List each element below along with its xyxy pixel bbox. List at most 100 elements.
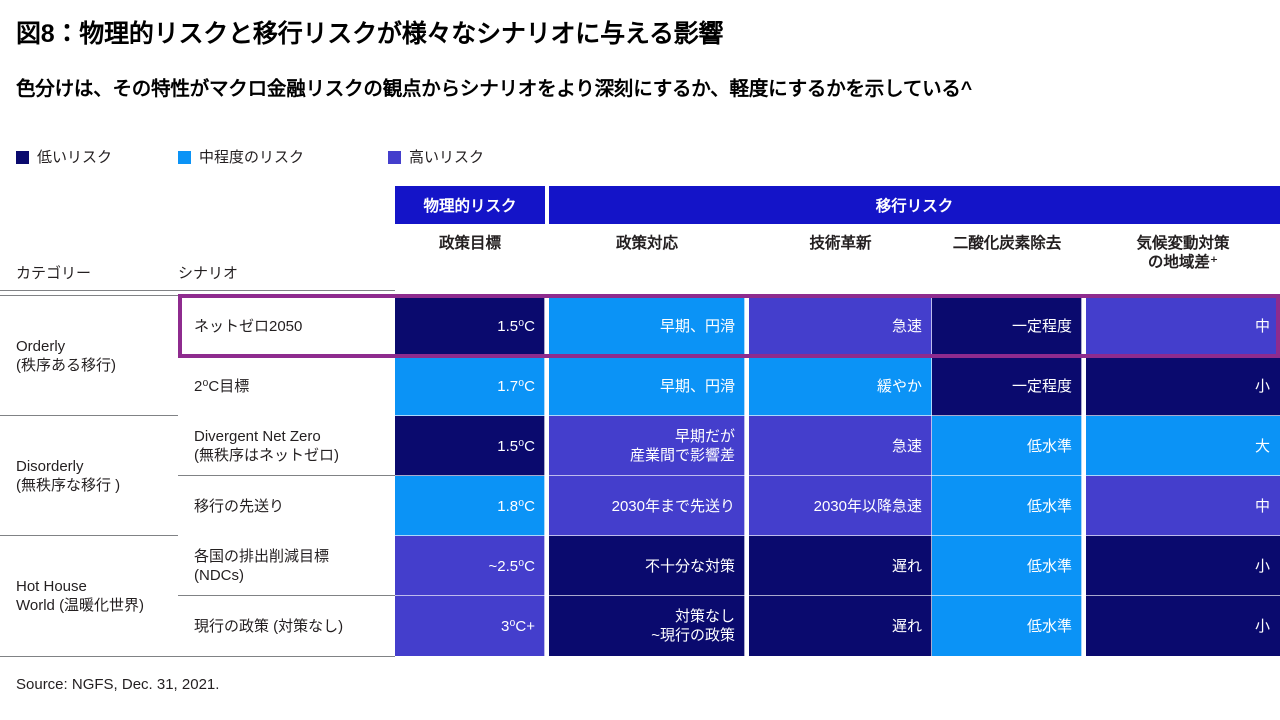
scenario-cell: 2⁰C目標 — [178, 356, 395, 416]
cell-separator-vertical — [744, 536, 745, 596]
category-label-line2: World (温暖化世界) — [16, 597, 145, 614]
cell-separator-vertical — [1081, 296, 1082, 356]
risk-cell-text-line1: 3⁰C+ — [501, 617, 535, 635]
legend-label-high: 高いリスク — [409, 149, 485, 166]
risk-cell-text-line1: 1.7⁰C — [497, 377, 535, 395]
risk-cell-regional-variation: 中 — [1086, 296, 1280, 356]
category-divider-bottom — [0, 656, 395, 657]
column-header-regional-variation-line2: の地域差⁺ — [1147, 254, 1219, 271]
risk-cell-text-line1: 不十分な対策 — [644, 557, 735, 575]
legend-label-medium: 中程度のリスク — [199, 149, 305, 166]
risk-cell-technology: 急速 — [749, 296, 932, 356]
column-header-technology: 技術革新 — [809, 235, 872, 252]
legend-item-medium: 中程度のリスク — [178, 150, 304, 165]
risk-cell-text-line1: 一定程度 — [1011, 317, 1072, 335]
category-label-line1: Hot House — [16, 578, 87, 595]
category-cell: Disorderly (無秩序な移行 ) — [0, 416, 178, 536]
risk-cell-text-line1: ~2.5⁰C — [488, 557, 535, 575]
column-header-regional-variation-line1: 気候変動対策 — [1136, 235, 1230, 252]
cell-separator-vertical — [544, 536, 545, 596]
cell-separator-vertical — [744, 596, 745, 656]
risk-cell-policy-response: 早期だが 産業間で影響差 — [549, 416, 745, 476]
risk-cell-regional-variation: 小 — [1086, 596, 1280, 656]
risk-cell-text-line1: 早期、円滑 — [659, 377, 735, 395]
risk-cell-text-line1: 緩やか — [876, 377, 922, 395]
risk-cell-cdr: 一定程度 — [932, 296, 1082, 356]
legend-swatch-low-icon — [16, 151, 29, 164]
scenario-label-line1: 2⁰C目標 — [194, 377, 250, 395]
risk-cell-text-line1: 小 — [1254, 377, 1270, 395]
page-title: 図8：物理的リスクと移行リスクが様々なシナリオに与える影響 — [16, 20, 724, 48]
scenario-label-line2: (無秩序はネットゼロ) — [194, 447, 339, 464]
cell-separator-vertical — [544, 416, 545, 476]
scenario-divider — [178, 475, 395, 476]
risk-cell-cdr: 低水準 — [932, 476, 1082, 536]
risk-cell-cdr: 一定程度 — [932, 356, 1082, 416]
category-label-line2: (無秩序な移行 ) — [16, 477, 121, 494]
cell-separator-vertical — [544, 296, 545, 356]
risk-cell-policy-response: 不十分な対策 — [549, 536, 745, 596]
risk-cell-policy-target: ~2.5⁰C — [395, 536, 545, 596]
category-label-line1: Orderly — [16, 338, 66, 355]
risk-cell-text-line2: 産業間で影響差 — [629, 447, 735, 464]
risk-cell-technology: 2030年以降急速 — [749, 476, 932, 536]
risk-cell-text-line1: 1.8⁰C — [497, 497, 535, 515]
risk-cell-text-line2: ~現行の政策 — [651, 627, 735, 644]
risk-cell-policy-response: 2030年まで先送り — [549, 476, 745, 536]
scenario-label-line1: 現行の政策 (対策なし) — [194, 617, 344, 635]
cell-separator-vertical — [1081, 416, 1082, 476]
risk-cell-policy-target: 1.5⁰C — [395, 296, 545, 356]
risk-cell-text-line1: 中 — [1254, 497, 1270, 515]
row-header-scenario: シナリオ — [178, 265, 239, 282]
risk-cell-regional-variation: 大 — [1086, 416, 1280, 476]
risk-cell-text-line1: 対策なし — [674, 608, 735, 625]
scenario-label-line1: ネットゼロ2050 — [194, 317, 303, 335]
scenario-cell: 移行の先送り — [178, 476, 395, 536]
risk-cell-technology: 緩やか — [749, 356, 932, 416]
risk-cell-policy-response: 早期、円滑 — [549, 356, 745, 416]
risk-cell-text-line1: 遅れ — [891, 557, 922, 575]
risk-cell-text-line1: 早期、円滑 — [659, 317, 735, 335]
row-header-category: カテゴリー — [16, 265, 92, 282]
risk-cell-policy-target: 1.8⁰C — [395, 476, 545, 536]
scenario-divider — [178, 355, 395, 356]
scenario-cell: ネットゼロ2050 — [178, 296, 395, 356]
column-header-policy-response: 政策対応 — [615, 235, 678, 252]
column-header-cdr: 二酸化炭素除去 — [952, 235, 1062, 252]
cell-separator-vertical — [544, 596, 545, 656]
risk-cell-technology: 遅れ — [749, 596, 932, 656]
risk-cell-technology: 急速 — [749, 416, 932, 476]
risk-cell-text-line1: 低水準 — [1026, 437, 1072, 455]
risk-cell-text-line1: 遅れ — [891, 617, 922, 635]
risk-cell-policy-target: 3⁰C+ — [395, 596, 545, 656]
source-note: Source: NGFS, Dec. 31, 2021. — [16, 676, 220, 693]
risk-cell-text-line1: 低水準 — [1026, 557, 1072, 575]
risk-cell-text-line1: 大 — [1254, 437, 1270, 455]
risk-cell-text-line1: 2030年以降急速 — [813, 497, 922, 515]
category-cell: Orderly (秩序ある移行) — [0, 296, 178, 416]
cell-separator-vertical — [1081, 476, 1082, 536]
risk-cell-text-line1: 急速 — [891, 317, 922, 335]
risk-cell-cdr: 低水準 — [932, 416, 1082, 476]
cell-separator-vertical — [1081, 596, 1082, 656]
scenario-cell: Divergent Net Zero (無秩序はネットゼロ) — [178, 416, 395, 476]
legend-swatch-medium-icon — [178, 151, 191, 164]
legend-swatch-high-icon — [388, 151, 401, 164]
column-header-regional-variation: 気候変動対策 の地域差⁺ — [1086, 234, 1280, 272]
scenario-cell: 各国の排出削減目標 (NDCs) — [178, 536, 395, 596]
group-header-physical-risk: 物理的リスク — [395, 186, 545, 224]
group-header-transition-risk: 移行リスク — [549, 186, 1280, 224]
legend-item-low: 低いリスク — [16, 150, 112, 165]
legend-label-low: 低いリスク — [37, 149, 113, 166]
cell-separator-vertical — [1081, 536, 1082, 596]
risk-cell-policy-target: 1.5⁰C — [395, 416, 545, 476]
risk-cell-cdr: 低水準 — [932, 596, 1082, 656]
scenario-divider — [178, 595, 395, 596]
risk-cell-text-line1: 1.5⁰C — [497, 317, 535, 335]
cell-separator-vertical — [744, 296, 745, 356]
column-header-policy-target: 政策目標 — [438, 235, 501, 252]
risk-cell-regional-variation: 中 — [1086, 476, 1280, 536]
cell-separator-vertical — [1081, 356, 1082, 416]
cell-separator-vertical — [544, 356, 545, 416]
risk-cell-text-line1: 中 — [1254, 317, 1270, 335]
